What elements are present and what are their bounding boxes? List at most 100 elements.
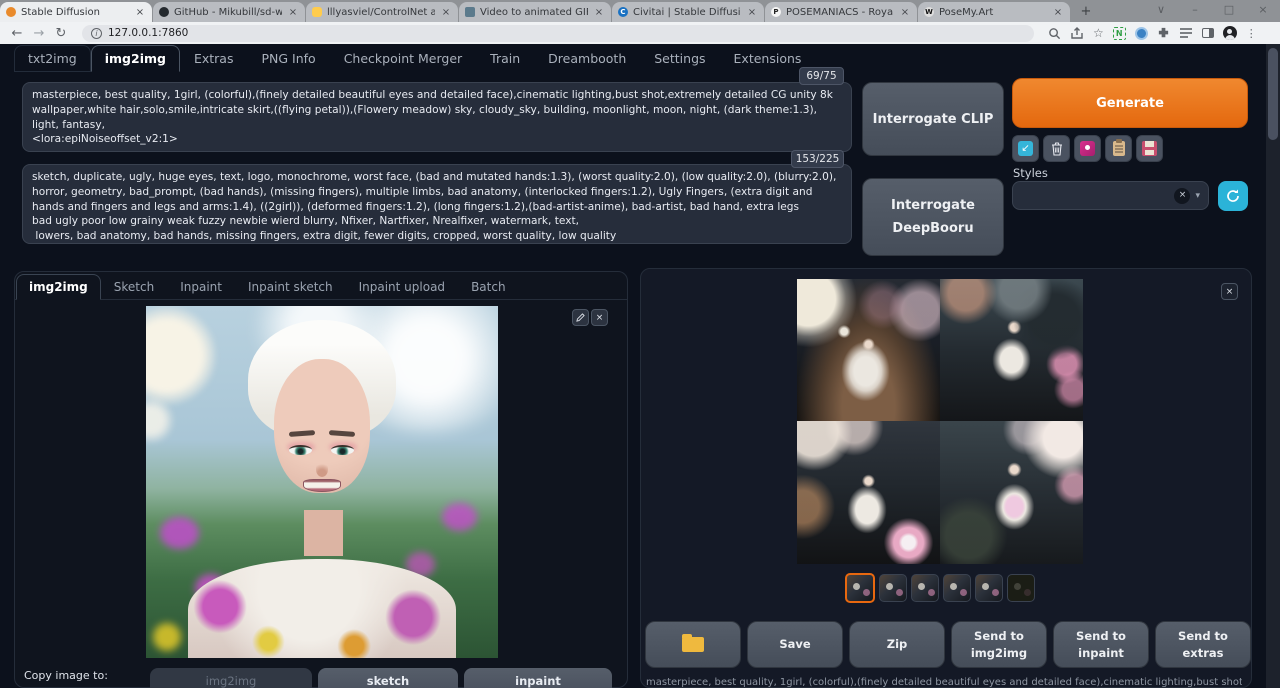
portrait-neck bbox=[304, 510, 343, 556]
thumbnail[interactable] bbox=[879, 574, 907, 602]
result-image-1[interactable] bbox=[797, 279, 940, 421]
extra-networks-button[interactable] bbox=[1074, 135, 1101, 162]
source-image-preview[interactable] bbox=[146, 306, 498, 658]
bookmark-star-icon[interactable]: ☆ bbox=[1093, 26, 1104, 40]
zoom-icon[interactable] bbox=[1048, 27, 1061, 40]
subtab-inpaint-upload[interactable]: Inpaint upload bbox=[346, 274, 458, 300]
browser-tab-github[interactable]: GitHub - Mikubill/sd-webui-co × bbox=[153, 2, 305, 22]
gallery-thumbnails bbox=[845, 573, 1035, 603]
extension-blue-icon[interactable] bbox=[1135, 27, 1148, 40]
copy-to-inpaint-button[interactable]: inpaint bbox=[464, 668, 612, 688]
tab-groups-icon[interactable] bbox=[1179, 27, 1193, 39]
trash-icon bbox=[1050, 141, 1064, 156]
address-bar[interactable]: i 127.0.0.1:7860 bbox=[82, 25, 1034, 42]
send-to-img2img-button[interactable]: Send to img2img bbox=[951, 621, 1047, 668]
subtab-batch[interactable]: Batch bbox=[458, 274, 519, 300]
reload-button[interactable]: ↻ bbox=[50, 26, 72, 41]
negative-token-counter: 153/225 bbox=[791, 150, 844, 168]
refresh-styles-button[interactable] bbox=[1218, 181, 1248, 211]
tab-img2img[interactable]: img2img bbox=[91, 45, 180, 72]
tab-close-icon[interactable]: × bbox=[440, 7, 452, 18]
save-style-button[interactable] bbox=[1136, 135, 1163, 162]
send-to-extras-button[interactable]: Send to extras bbox=[1155, 621, 1251, 668]
browser-menu-icon[interactable]: ⋮ bbox=[1246, 27, 1257, 40]
close-gallery-button[interactable]: × bbox=[1221, 283, 1238, 300]
page-scrollbar[interactable] bbox=[1266, 44, 1280, 688]
apply-style-button[interactable] bbox=[1105, 135, 1132, 162]
positive-prompt-input[interactable]: masterpiece, best quality, 1girl, (color… bbox=[22, 82, 852, 152]
zip-button[interactable]: Zip bbox=[849, 621, 945, 668]
tab-png-info[interactable]: PNG Info bbox=[247, 45, 329, 72]
styles-dropdown[interactable]: × ▾ bbox=[1012, 181, 1209, 210]
subtab-inpaint-sketch[interactable]: Inpaint sketch bbox=[235, 274, 346, 300]
thumbnail[interactable] bbox=[911, 574, 939, 602]
browser-tab-posemyart[interactable]: W PoseMy.Art × bbox=[918, 2, 1070, 22]
open-folder-button[interactable] bbox=[645, 621, 741, 668]
copy-to-img2img-button: img2img bbox=[150, 668, 312, 688]
thumbnail[interactable] bbox=[975, 574, 1003, 602]
generation-info-text: masterpiece, best quality, 1girl, (color… bbox=[646, 677, 1242, 688]
subtab-sketch[interactable]: Sketch bbox=[101, 274, 167, 300]
save-button[interactable]: Save bbox=[747, 621, 843, 668]
tab-close-icon[interactable]: × bbox=[899, 7, 911, 18]
side-panel-icon[interactable] bbox=[1202, 28, 1214, 38]
browser-tab-stable-diffusion[interactable]: Stable Diffusion × bbox=[0, 2, 152, 22]
tab-title: POSEMANIACS - Royalty free 3 bbox=[786, 7, 894, 18]
tab-train[interactable]: Train bbox=[476, 45, 534, 72]
tab-settings[interactable]: Settings bbox=[640, 45, 719, 72]
stable-diffusion-favicon bbox=[6, 7, 16, 17]
close-window-button[interactable]: × bbox=[1246, 0, 1280, 22]
back-button[interactable]: ← bbox=[6, 26, 28, 41]
tab-extras[interactable]: Extras bbox=[180, 45, 248, 72]
extensions-puzzle-icon[interactable] bbox=[1157, 27, 1170, 40]
thumbnail-selected[interactable] bbox=[845, 573, 875, 603]
share-icon[interactable] bbox=[1070, 27, 1084, 40]
subtab-img2img[interactable]: img2img bbox=[16, 274, 101, 300]
flower-bokeh bbox=[153, 623, 181, 651]
tab-txt2img[interactable]: txt2img bbox=[14, 45, 91, 72]
interrogate-clip-button[interactable]: Interrogate CLIP bbox=[862, 82, 1004, 156]
tab-close-icon[interactable]: × bbox=[134, 7, 146, 18]
profile-avatar[interactable] bbox=[1223, 26, 1237, 40]
copy-to-sketch-button[interactable]: sketch bbox=[318, 668, 458, 688]
remove-image-button[interactable]: × bbox=[591, 309, 608, 326]
forward-button[interactable]: → bbox=[28, 26, 50, 41]
tab-title: Stable Diffusion bbox=[21, 7, 129, 18]
chevron-down-icon[interactable]: ∨ bbox=[1144, 0, 1178, 22]
interrogate-deepbooru-button[interactable]: InterrogateDeepBooru bbox=[862, 178, 1004, 256]
result-image-grid[interactable] bbox=[797, 279, 1083, 564]
maximize-button[interactable]: □ bbox=[1212, 0, 1246, 22]
tab-dreambooth[interactable]: Dreambooth bbox=[534, 45, 640, 72]
browser-tab-posemaniacs[interactable]: P POSEMANIACS - Royalty free 3 × bbox=[765, 2, 917, 22]
thumbnail[interactable] bbox=[943, 574, 971, 602]
subtab-inpaint[interactable]: Inpaint bbox=[167, 274, 235, 300]
clear-prompt-button[interactable] bbox=[1043, 135, 1070, 162]
clear-styles-icon[interactable]: × bbox=[1174, 188, 1190, 204]
result-image-3[interactable] bbox=[797, 421, 940, 564]
tab-close-icon[interactable]: × bbox=[1052, 7, 1064, 18]
new-tab-button[interactable]: + bbox=[1077, 3, 1095, 21]
minimize-button[interactable]: – bbox=[1178, 0, 1212, 22]
edit-image-button[interactable] bbox=[572, 309, 589, 326]
result-image-4[interactable] bbox=[940, 421, 1083, 564]
tab-close-icon[interactable]: × bbox=[593, 7, 605, 18]
browser-tab-civitai[interactable]: C Civitai | Stable Diffusion model × bbox=[612, 2, 764, 22]
browser-tabstrip: Stable Diffusion × GitHub - Mikubill/sd-… bbox=[0, 0, 1280, 22]
url-text[interactable]: 127.0.0.1:7860 bbox=[108, 27, 188, 39]
scrollbar-thumb[interactable] bbox=[1268, 48, 1278, 140]
site-info-icon[interactable]: i bbox=[91, 28, 102, 39]
browser-tab-gif-converter[interactable]: Video to animated GIF converter × bbox=[459, 2, 611, 22]
negative-prompt-input[interactable]: sketch, duplicate, ugly, huge eyes, text… bbox=[22, 164, 852, 244]
extension-n-icon[interactable]: N bbox=[1113, 27, 1126, 40]
generate-button[interactable]: Generate bbox=[1012, 78, 1248, 128]
result-image-2[interactable] bbox=[940, 279, 1083, 421]
tab-title: GitHub - Mikubill/sd-webui-co bbox=[174, 7, 282, 18]
browser-tab-controlnet[interactable]: lllyasviel/ControlNet at main × bbox=[306, 2, 458, 22]
paste-params-button[interactable]: ↙ bbox=[1012, 135, 1039, 162]
send-to-inpaint-button[interactable]: Send to inpaint bbox=[1053, 621, 1149, 668]
tab-close-icon[interactable]: × bbox=[287, 7, 299, 18]
tab-close-icon[interactable]: × bbox=[746, 7, 758, 18]
thumbnail[interactable] bbox=[1007, 574, 1035, 602]
tab-checkpoint-merger[interactable]: Checkpoint Merger bbox=[330, 45, 476, 72]
styles-label: Styles bbox=[1013, 166, 1048, 180]
